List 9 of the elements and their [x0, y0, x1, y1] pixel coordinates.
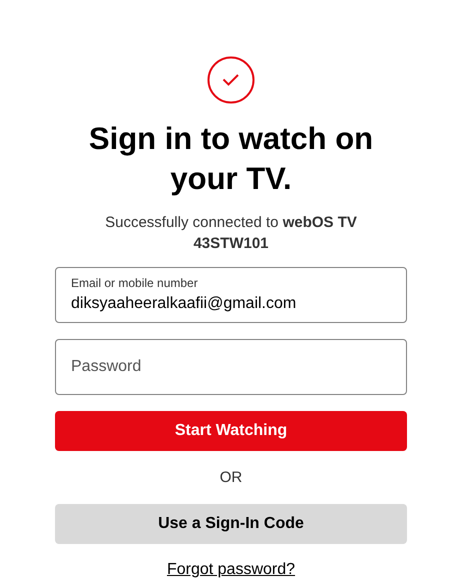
or-separator: OR [220, 468, 242, 488]
check-circle-icon [207, 56, 255, 104]
field-label: Email or mobile number [71, 276, 198, 291]
start-watching-button[interactable]: Start Watching [55, 411, 407, 451]
connection-message: Successfully connected to webOS TV 43STW101 [104, 213, 358, 254]
password-field[interactable]: Password [55, 339, 407, 395]
page-title: Sign in to watch on your TV. [88, 120, 374, 198]
forgot-password-link[interactable]: Forgot password? [166, 560, 296, 580]
sign-in-code-button[interactable]: Use a Sign-In Code [55, 504, 407, 544]
